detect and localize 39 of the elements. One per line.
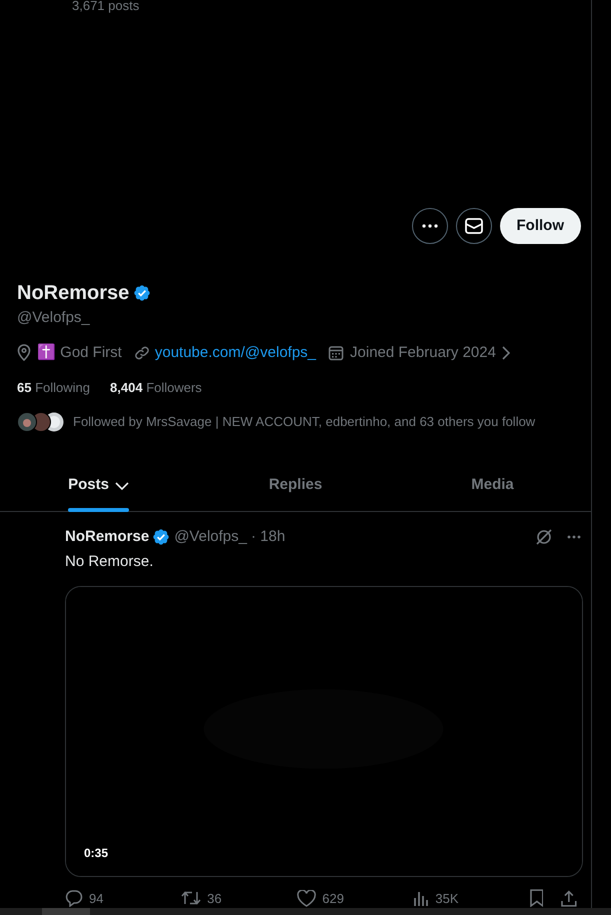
post-count: 3,671 posts (72, 0, 140, 14)
profile-tab[interactable]: Posts (68, 460, 129, 512)
profile-handle: @Velofps_ (17, 308, 91, 328)
follow-button[interactable]: Follow (500, 208, 581, 244)
more-icon[interactable] (567, 534, 581, 539)
followers-link[interactable]: 8,404 Followers (110, 378, 202, 398)
bookmark-icon[interactable] (530, 889, 544, 908)
avatar-stack-icon (17, 412, 64, 432)
profile-tab[interactable]: Media (471, 460, 514, 512)
joined-date: Joined February 2024 (350, 342, 496, 362)
heart-icon (297, 890, 316, 907)
more-button[interactable] (412, 208, 448, 244)
envelope-icon (464, 218, 482, 234)
more-icon (422, 224, 438, 228)
views-button[interactable]: 35K (413, 888, 530, 908)
bar-chart-icon (413, 890, 430, 906)
profile-tab[interactable]: Replies (268, 460, 322, 512)
scrollbar-thumb[interactable] (42, 908, 90, 915)
profile-name: NoRemorse (17, 281, 130, 305)
website-link[interactable]: youtube.com/@velofps_ (154, 342, 316, 364)
calendar-icon (328, 344, 344, 361)
post-handle[interactable]: @Velofps_ (174, 526, 247, 548)
repost-icon (181, 889, 202, 908)
speech-bubble-icon (65, 889, 83, 908)
message-button[interactable] (456, 208, 492, 244)
like-button[interactable]: 629 (297, 888, 414, 908)
following-link[interactable]: 65 Following (17, 378, 90, 398)
share-icon[interactable] (561, 890, 578, 907)
post-author[interactable]: NoRemorse (65, 526, 150, 548)
video-frame[interactable]: 0:35 (65, 586, 583, 876)
post-text: No Remorse. (65, 552, 154, 572)
link-icon (134, 344, 150, 361)
repost-button[interactable]: 36 (181, 888, 298, 908)
location-text: ✝ God First (37, 342, 122, 362)
followed-by-text[interactable]: Followed by MrsSavage | NEW ACCOUNT, edbertinho, and 63 others you follow (73, 412, 536, 432)
post-time[interactable]: · 18h (250, 526, 286, 548)
location-pin-icon (17, 344, 31, 362)
reply-button[interactable]: 94 (65, 888, 182, 908)
chevron-right-icon[interactable] (502, 346, 510, 360)
